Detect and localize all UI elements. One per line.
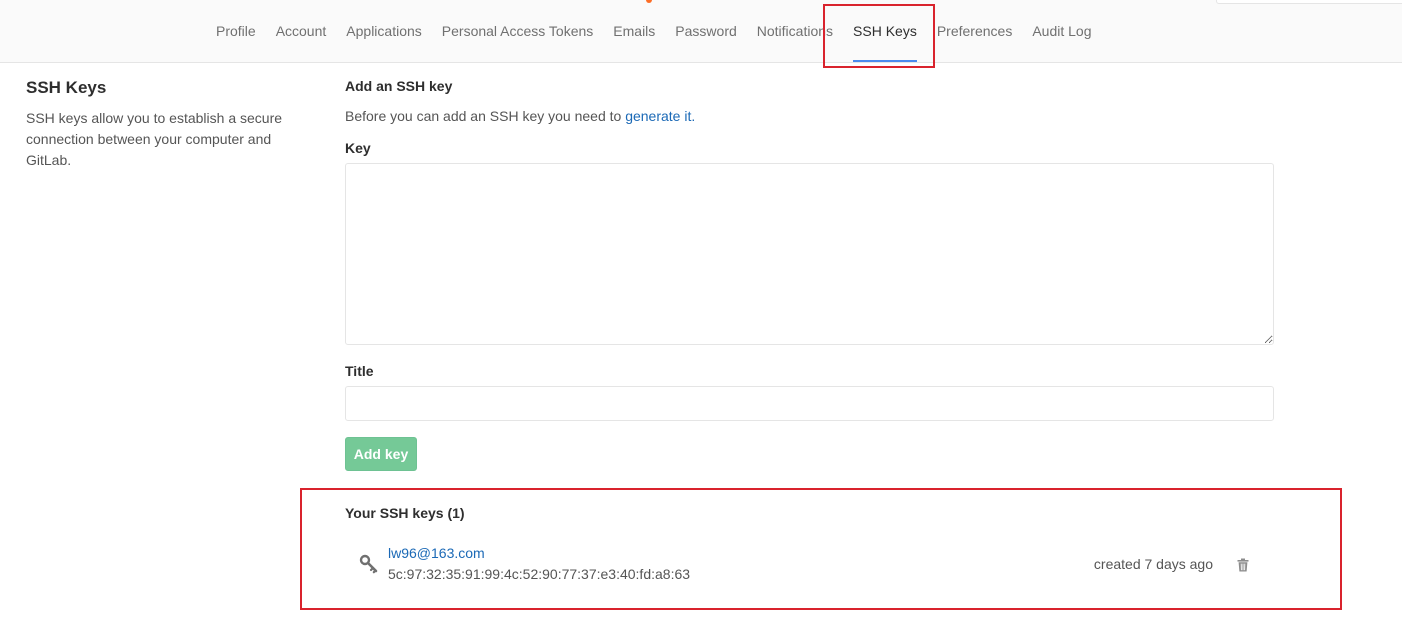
tab-personal-access-tokens[interactable]: Personal Access Tokens bbox=[432, 0, 604, 62]
tab-preferences[interactable]: Preferences bbox=[927, 0, 1022, 62]
tab-account[interactable]: Account bbox=[266, 0, 337, 62]
profile-settings-header: Profile Account Applications Personal Ac… bbox=[0, 0, 1402, 63]
generate-it-link[interactable]: generate it. bbox=[625, 108, 695, 124]
tab-emails[interactable]: Emails bbox=[603, 0, 665, 62]
trash-icon[interactable] bbox=[1236, 558, 1250, 572]
ssh-key-title-link[interactable]: lw96@163.com bbox=[388, 545, 485, 561]
search-box-fragment bbox=[1216, 0, 1402, 4]
ssh-key-fingerprint: 5c:97:32:35:91:99:4c:52:90:77:37:e3:40:f… bbox=[388, 566, 691, 582]
title-label: Title bbox=[345, 363, 374, 379]
key-icon bbox=[359, 554, 378, 574]
tab-audit-log[interactable]: Audit Log bbox=[1022, 0, 1101, 62]
ssh-keys-heading: Your SSH keys (1) bbox=[345, 505, 465, 521]
tab-ssh-keys[interactable]: SSH Keys bbox=[843, 0, 927, 62]
key-textarea[interactable] bbox=[345, 163, 1274, 345]
generate-hint: Before you can add an SSH key you need t… bbox=[345, 108, 695, 124]
form-heading: Add an SSH key bbox=[345, 78, 453, 94]
section-description: SSH keys allow you to establish a secure… bbox=[26, 110, 283, 168]
tab-notifications[interactable]: Notifications bbox=[747, 0, 843, 62]
settings-tabs: Profile Account Applications Personal Ac… bbox=[206, 0, 1102, 62]
tab-applications[interactable]: Applications bbox=[336, 0, 432, 62]
ssh-key-item: lw96@163.com 5c:97:32:35:91:99:4c:52:90:… bbox=[345, 545, 1255, 585]
tab-password[interactable]: Password bbox=[665, 0, 746, 62]
ssh-key-created: created 7 days ago bbox=[1093, 556, 1213, 572]
generate-hint-text: Before you can add an SSH key you need t… bbox=[345, 108, 626, 124]
page-title: SSH Keys bbox=[26, 78, 107, 97]
title-input[interactable] bbox=[345, 386, 1274, 421]
your-ssh-keys: Your SSH keys (1) lw96@163.com 5c:97:32:… bbox=[345, 505, 1255, 582]
section-intro: SSH Keys SSH keys allow you to establish… bbox=[26, 78, 296, 171]
key-label: Key bbox=[345, 140, 371, 156]
tab-profile[interactable]: Profile bbox=[206, 0, 266, 62]
add-key-button[interactable]: Add key bbox=[345, 437, 417, 471]
add-ssh-key-form: Add an SSH key Before you can add an SSH… bbox=[345, 78, 1275, 471]
